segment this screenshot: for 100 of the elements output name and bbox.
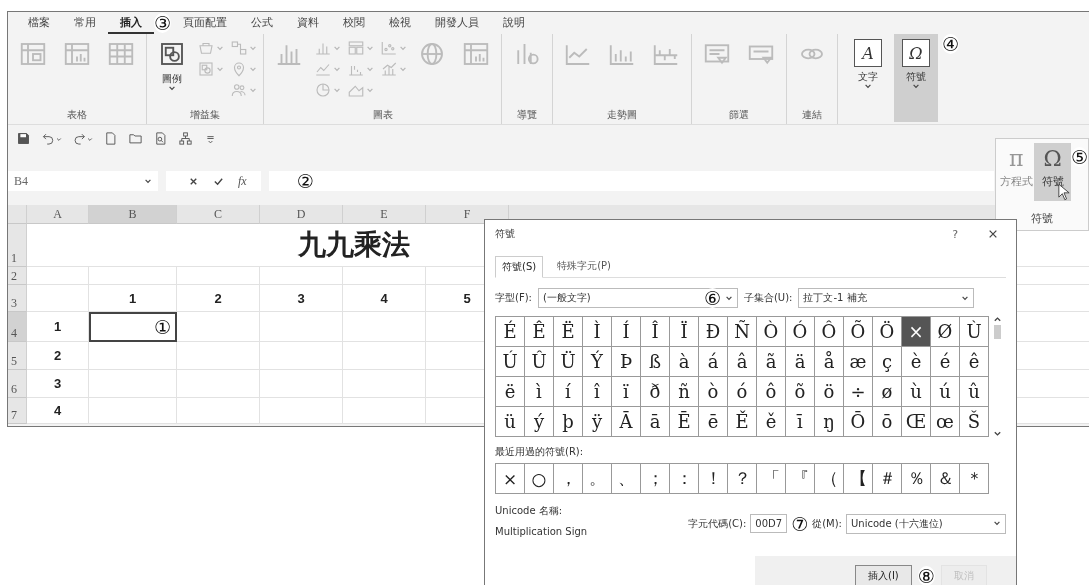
- menu-button[interactable]: Ω 符號: [1034, 143, 1071, 201]
- symbol-cell[interactable]: Ø: [931, 317, 960, 347]
- symbol-cell[interactable]: ％: [902, 464, 931, 494]
- select-all-button[interactable]: [8, 205, 27, 224]
- symbol-cell[interactable]: Ú: [496, 347, 525, 377]
- symbol-cell[interactable]: Ō: [844, 407, 873, 437]
- symbol-cell[interactable]: Þ: [612, 347, 641, 377]
- scrollbar[interactable]: [991, 316, 1003, 437]
- symbol-cell[interactable]: ＊: [960, 464, 989, 494]
- symbol-cell[interactable]: ï: [612, 377, 641, 407]
- subset-dropdown[interactable]: 拉丁文-1 補充: [798, 288, 975, 308]
- ribbon-button[interactable]: Ω 符號: [894, 34, 938, 122]
- symbol-cell[interactable]: í: [554, 377, 583, 407]
- ribbon-tab[interactable]: 校閱: [331, 12, 378, 34]
- column-header[interactable]: F: [426, 205, 509, 224]
- symbol-cell[interactable]: à: [670, 347, 699, 377]
- symbol-cell[interactable]: æ: [844, 347, 873, 377]
- symbol-cell[interactable]: Õ: [844, 317, 873, 347]
- symbol-cell[interactable]: â: [728, 347, 757, 377]
- symbol-cell[interactable]: Š: [960, 407, 989, 437]
- symbol-cell[interactable]: þ: [554, 407, 583, 437]
- save-icon[interactable]: [16, 130, 31, 146]
- symbol-cell[interactable]: Ì: [583, 317, 612, 347]
- symbol-cell[interactable]: ŋ: [815, 407, 844, 437]
- help-button[interactable]: ?: [952, 227, 958, 241]
- symbol-cell[interactable]: ？: [728, 464, 757, 494]
- symbol-cell[interactable]: Ó: [786, 317, 815, 347]
- active-cell[interactable]: ①: [89, 312, 177, 342]
- symbol-cell[interactable]: ã: [757, 347, 786, 377]
- symbol-cell[interactable]: ß: [641, 347, 670, 377]
- symbol-cell[interactable]: õ: [786, 377, 815, 407]
- row-header[interactable]: 4: [8, 312, 27, 342]
- symbol-cell[interactable]: ×: [902, 317, 931, 347]
- symbol-cell[interactable]: ý: [525, 407, 554, 437]
- symbol-cell[interactable]: Ô: [815, 317, 844, 347]
- font-dropdown[interactable]: (一般文字) ⑥: [537, 288, 738, 308]
- row-header[interactable]: 7: [8, 398, 27, 424]
- symbol-cell[interactable]: ü: [496, 407, 525, 437]
- scroll-thumb[interactable]: [993, 325, 1001, 339]
- column-header[interactable]: E: [343, 205, 426, 224]
- symbol-cell[interactable]: Ù: [960, 317, 989, 347]
- symbol-cell[interactable]: Í: [612, 317, 641, 347]
- ribbon-tab[interactable]: 說明: [491, 12, 538, 34]
- symbol-cell[interactable]: ○: [525, 464, 554, 494]
- symbol-cell[interactable]: Ð: [699, 317, 728, 347]
- ribbon-tab[interactable]: 開發人員: [423, 12, 492, 34]
- ribbon-tab[interactable]: 公式: [239, 12, 286, 34]
- symbol-cell[interactable]: Ò: [757, 317, 786, 347]
- symbol-cell[interactable]: é: [931, 347, 960, 377]
- symbol-cell[interactable]: ë: [496, 377, 525, 407]
- org-chart-icon[interactable]: [178, 130, 193, 146]
- symbol-cell[interactable]: ！: [699, 464, 728, 494]
- from-dropdown[interactable]: Unicode (十六進位): [846, 513, 1006, 534]
- ribbon-button[interactable]: 圖例: [153, 37, 191, 108]
- symbol-cell[interactable]: 『: [786, 464, 815, 494]
- symbol-cell[interactable]: ō: [873, 407, 902, 437]
- symbol-cell[interactable]: Ñ: [728, 317, 757, 347]
- symbol-cell[interactable]: ÿ: [583, 407, 612, 437]
- formula-field[interactable]: ②: [268, 171, 994, 191]
- symbol-cell[interactable]: ，: [554, 464, 583, 494]
- symbol-cell[interactable]: Ě: [728, 407, 757, 437]
- symbol-cell[interactable]: Ë: [554, 317, 583, 347]
- symbol-cell[interactable]: ×: [496, 464, 525, 494]
- insert-function-button[interactable]: fx: [238, 173, 247, 189]
- column-header[interactable]: B: [89, 205, 177, 224]
- symbol-cell[interactable]: 【: [844, 464, 873, 494]
- symbol-cell[interactable]: ð: [641, 377, 670, 407]
- symbol-cell[interactable]: ÷: [844, 377, 873, 407]
- symbol-cell[interactable]: 。: [583, 464, 612, 494]
- symbol-cell[interactable]: ê: [960, 347, 989, 377]
- ribbon-tab[interactable]: 常用: [62, 12, 108, 34]
- ribbon-tab[interactable]: 檢視: [377, 12, 424, 34]
- symbol-cell[interactable]: ；: [641, 464, 670, 494]
- symbol-cell[interactable]: ö: [815, 377, 844, 407]
- ribbon-tab[interactable]: 頁面配置: [171, 12, 240, 34]
- symbol-cell[interactable]: ě: [757, 407, 786, 437]
- column-header[interactable]: A: [27, 205, 89, 224]
- row-header[interactable]: 5: [8, 342, 27, 370]
- symbol-cell[interactable]: ñ: [670, 377, 699, 407]
- symbol-cell[interactable]: Ê: [525, 317, 554, 347]
- symbol-cell[interactable]: ē: [699, 407, 728, 437]
- symbol-cell[interactable]: Î: [641, 317, 670, 347]
- symbol-cell[interactable]: ò: [699, 377, 728, 407]
- print-preview-icon[interactable]: [153, 130, 168, 146]
- symbol-cell[interactable]: 「: [757, 464, 786, 494]
- symbol-cell[interactable]: Ē: [670, 407, 699, 437]
- symbol-cell[interactable]: ú: [931, 377, 960, 407]
- ribbon-button[interactable]: A 文字: [846, 34, 890, 122]
- symbol-cell[interactable]: ：: [670, 464, 699, 494]
- column-header[interactable]: C: [177, 205, 260, 224]
- symbol-cell[interactable]: Ý: [583, 347, 612, 377]
- code-field[interactable]: 00D7: [750, 514, 788, 533]
- symbol-cell[interactable]: Ā: [612, 407, 641, 437]
- symbol-cell[interactable]: ＆: [931, 464, 960, 494]
- symbol-cell[interactable]: ä: [786, 347, 815, 377]
- row-header[interactable]: 3: [8, 285, 27, 312]
- dialog-tab[interactable]: 特殊字元(P): [551, 256, 617, 277]
- ribbon-tab[interactable]: 檔案: [16, 12, 62, 34]
- symbol-cell[interactable]: á: [699, 347, 728, 377]
- symbol-cell[interactable]: î: [583, 377, 612, 407]
